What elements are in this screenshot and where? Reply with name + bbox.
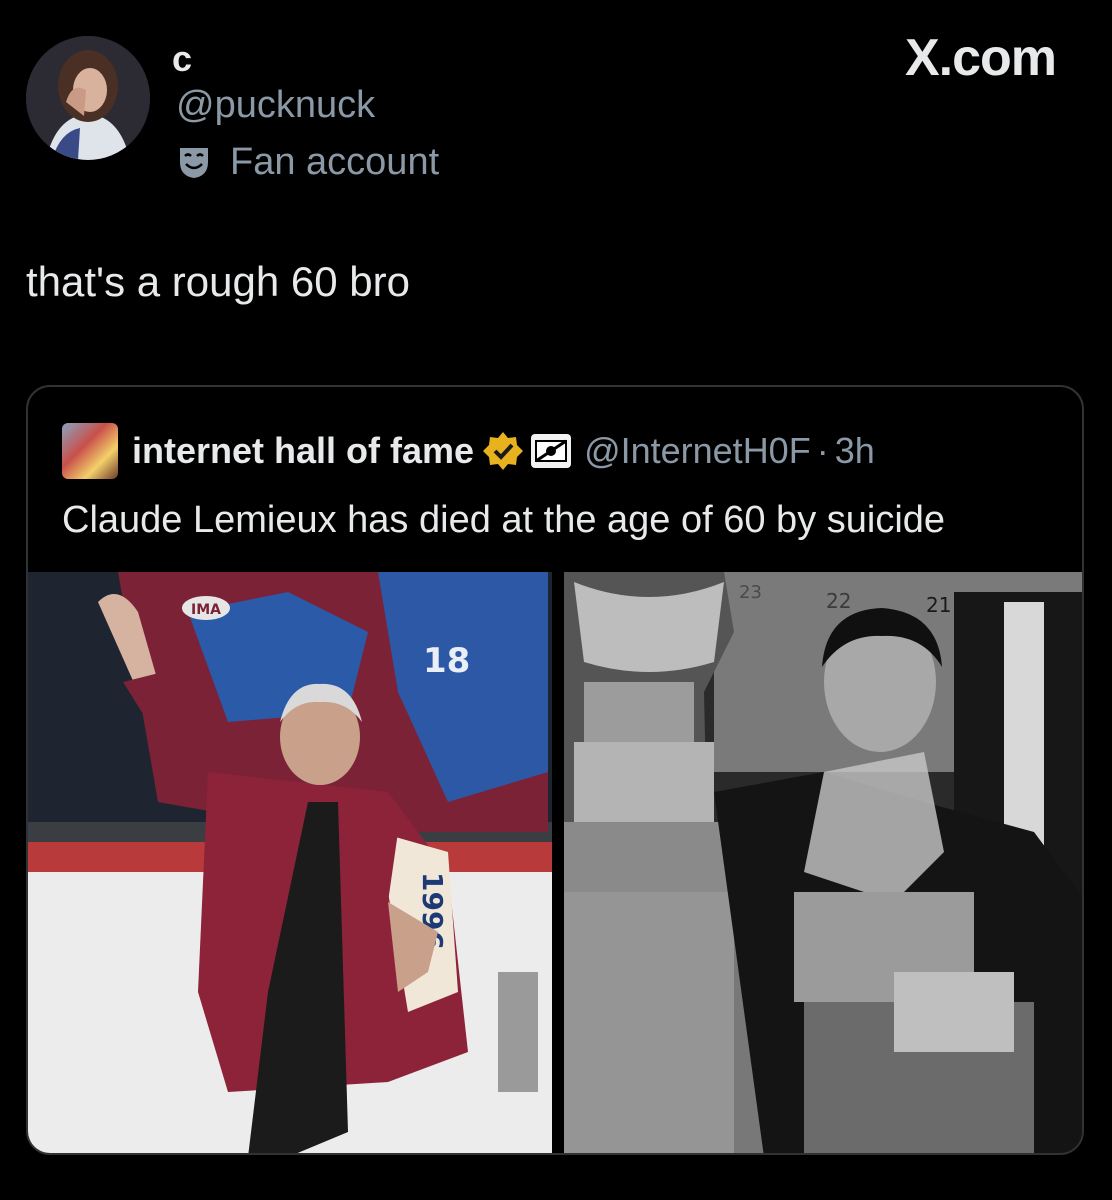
photo-right[interactable]: 22 21 23 xyxy=(564,572,1082,1153)
verified-icon xyxy=(483,432,524,470)
affiliation-icon xyxy=(531,434,572,468)
tweet-text: that's a rough 60 bro xyxy=(26,258,410,305)
quoted-display-name[interactable]: internet hall of fame xyxy=(132,430,474,472)
mask-icon xyxy=(180,148,208,178)
quoted-tweet-text: Claude Lemieux has died at the age of 60… xyxy=(62,499,946,541)
quoted-media[interactable]: 18 IMA 1996 22 21 23 xyxy=(28,572,1082,1153)
tweet-header: c @pucknuck Fan account X.com xyxy=(0,0,1112,200)
display-name[interactable]: c xyxy=(172,38,192,80)
photo-left[interactable]: 18 IMA 1996 xyxy=(28,572,552,1153)
x-logo: X.com xyxy=(904,29,1057,87)
quoted-tweet-header: internet hall of fame @InternetH0F · 3h xyxy=(62,423,875,479)
stall-number: 22 xyxy=(826,589,851,613)
user-avatar[interactable] xyxy=(26,36,150,160)
quoted-tweet[interactable]: internet hall of fame @InternetH0F · 3h … xyxy=(26,385,1084,1155)
jersey-number: 18 xyxy=(423,641,470,681)
helmet-patch-text: IMA xyxy=(191,602,221,618)
quoted-timestamp[interactable]: 3h xyxy=(835,430,875,472)
user-handle[interactable]: @pucknuck xyxy=(176,84,375,127)
quoted-handle[interactable]: @InternetH0F xyxy=(584,430,811,472)
quoted-avatar[interactable] xyxy=(62,423,118,479)
account-label: Fan account xyxy=(230,140,440,183)
photo-trophy-portrait: 22 21 23 xyxy=(564,572,1082,1153)
photo-jacket-wave: 18 IMA 1996 xyxy=(28,572,552,1153)
user-avatar-icon xyxy=(26,36,150,160)
separator-dot: · xyxy=(816,430,829,471)
stall-number: 21 xyxy=(926,593,951,617)
stall-number: 23 xyxy=(739,582,762,603)
account-label-row: Fan account xyxy=(176,140,439,184)
